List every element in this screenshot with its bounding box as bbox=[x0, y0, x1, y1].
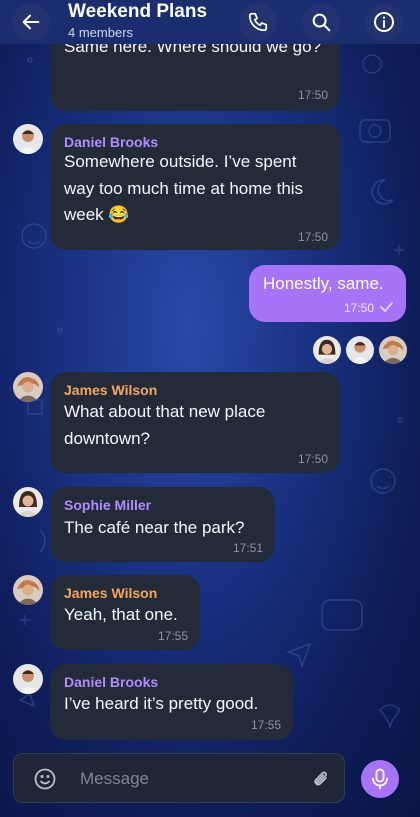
read-receipt-daniel-avatar[interactable] bbox=[346, 336, 374, 364]
message-text: What about that new place downtown? bbox=[64, 402, 266, 448]
sender-name[interactable]: Daniel Brooks bbox=[64, 674, 158, 690]
check-icon bbox=[380, 302, 393, 312]
smiley-icon[interactable] bbox=[33, 767, 57, 791]
message-time: 17:50 bbox=[343, 301, 374, 315]
paperclip-icon[interactable] bbox=[312, 769, 330, 789]
message-composer bbox=[13, 753, 345, 803]
read-receipt-james-avatar[interactable] bbox=[379, 336, 407, 364]
message-bubble[interactable]: Daniel Brooks I’ve heard it’s pretty goo… bbox=[50, 664, 293, 740]
microphone-icon bbox=[372, 768, 388, 790]
message-bubble[interactable]: James Wilson Yeah, that one. 17:55 bbox=[50, 575, 200, 650]
back-button[interactable] bbox=[12, 3, 50, 41]
avatar-daniel[interactable] bbox=[13, 124, 43, 154]
avatar-sophie[interactable] bbox=[13, 487, 43, 517]
search-button[interactable] bbox=[302, 3, 340, 41]
message-bubble[interactable]: Daniel Brooks Somewhere outside. I’ve sp… bbox=[50, 124, 340, 250]
message-text: I’ve heard it’s pretty good. bbox=[64, 694, 259, 713]
info-icon bbox=[374, 12, 394, 32]
message-text: Yeah, that one. bbox=[64, 605, 178, 624]
arrow-left-icon bbox=[22, 14, 40, 30]
sender-name[interactable]: Daniel Brooks bbox=[64, 134, 158, 150]
message-time: 17:50 bbox=[297, 452, 328, 466]
message-text: Somewhere outside. I’ve spent way too mu… bbox=[64, 152, 304, 224]
phone-icon bbox=[248, 12, 268, 32]
message-bubble[interactable]: Sophie Miller The café near the park? 17… bbox=[50, 487, 275, 562]
message-time: 17:50 bbox=[297, 230, 328, 244]
message-time: 17:50 bbox=[297, 88, 328, 102]
chat-header: Weekend Plans 4 members bbox=[0, 0, 420, 44]
avatar-james[interactable] bbox=[13, 372, 43, 402]
info-button[interactable] bbox=[365, 3, 403, 41]
chat-title[interactable]: Weekend Plans bbox=[68, 1, 207, 23]
avatar-daniel[interactable] bbox=[13, 664, 43, 694]
message-input[interactable] bbox=[78, 766, 302, 792]
message-time: 17:51 bbox=[232, 541, 263, 555]
message-time: 17:55 bbox=[250, 718, 281, 732]
sender-name[interactable]: Sophie Miller bbox=[64, 497, 151, 513]
message-text: Honestly, same. bbox=[263, 274, 384, 293]
sender-name[interactable]: James Wilson bbox=[64, 585, 157, 601]
call-button[interactable] bbox=[239, 3, 277, 41]
message-bubble[interactable]: James Wilson What about that new place d… bbox=[50, 372, 340, 473]
own-message-bubble[interactable]: Honestly, same. 17:50 bbox=[249, 265, 406, 322]
message-time: 17:55 bbox=[157, 629, 188, 643]
read-receipt-sophie-avatar[interactable] bbox=[313, 336, 341, 364]
avatar-james[interactable] bbox=[13, 575, 43, 605]
member-count: 4 members bbox=[68, 25, 134, 40]
sender-name[interactable]: James Wilson bbox=[64, 382, 157, 398]
message-text: The café near the park? bbox=[64, 518, 245, 537]
search-icon bbox=[312, 13, 331, 32]
voice-record-button[interactable] bbox=[361, 760, 399, 798]
